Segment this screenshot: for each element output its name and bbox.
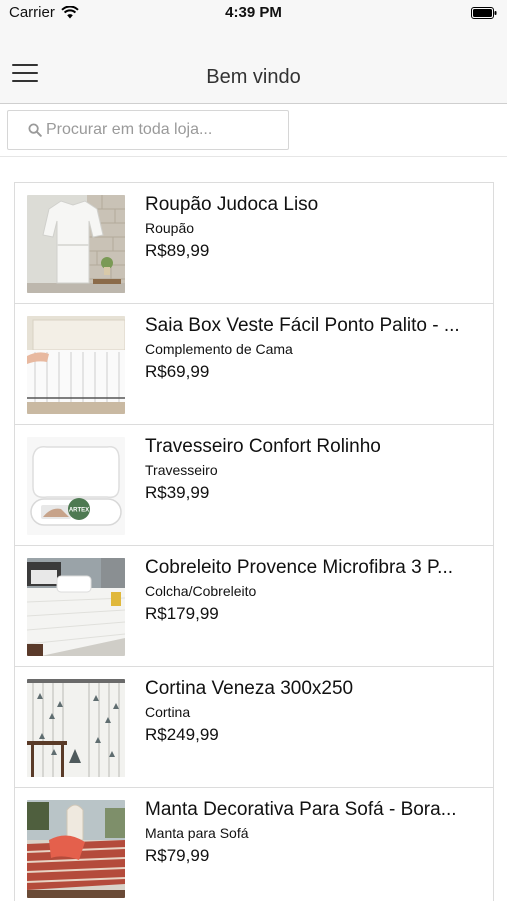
product-item[interactable]: Cobreleito Provence Microfibra 3 P... Co… xyxy=(15,546,493,667)
search-bar xyxy=(0,104,507,157)
product-image-curtain xyxy=(27,679,125,777)
product-image-bed-skirt xyxy=(27,316,125,414)
artex-badge-text: ARTEX xyxy=(69,508,89,514)
product-item[interactable]: Manta Decorativa Para Sofá - Bora... Man… xyxy=(15,788,493,901)
product-category: Cortina xyxy=(145,704,191,720)
product-name: Cortina Veneza 300x250 xyxy=(145,678,354,699)
product-item[interactable]: Saia Box Veste Fácil Ponto Palito - ... … xyxy=(15,304,493,425)
product-price: R$39,99 xyxy=(145,483,210,502)
product-image-bathrobe xyxy=(27,195,125,293)
product-image-pillow: ARTEX xyxy=(27,437,125,535)
product-name: Saia Box Veste Fácil Ponto Palito - ... xyxy=(145,315,460,336)
product-price: R$79,99 xyxy=(145,846,210,865)
product-price: R$249,99 xyxy=(145,725,219,744)
search-icon xyxy=(28,123,42,137)
product-category: Complemento de Cama xyxy=(145,341,293,357)
product-item[interactable]: ARTEX Travesseiro Confort Rolinho Traves… xyxy=(15,425,493,546)
product-category: Manta para Sofá xyxy=(145,825,249,841)
battery-icon xyxy=(471,7,497,19)
product-item[interactable]: Roupão Judoca Liso Roupão R$89,99 xyxy=(15,183,493,304)
navigation-bar: Bem vindo xyxy=(0,26,507,104)
product-list: Roupão Judoca Liso Roupão R$89,99 Saia B… xyxy=(14,182,494,901)
product-item[interactable]: Cortina Veneza 300x250 Cortina R$249,99 xyxy=(15,667,493,788)
product-category: Roupão xyxy=(145,220,195,236)
product-category: Travesseiro xyxy=(145,462,218,478)
clock: 4:39 PM xyxy=(225,4,282,21)
product-price: R$89,99 xyxy=(145,241,210,260)
search-input[interactable] xyxy=(46,121,286,139)
search-box[interactable] xyxy=(7,110,289,150)
product-image-throw-blanket xyxy=(27,800,125,898)
product-category: Colcha/Cobreleito xyxy=(145,583,257,599)
status-bar: Carrier 4:39 PM xyxy=(0,0,507,26)
product-name: Manta Decorativa Para Sofá - Bora... xyxy=(145,799,457,820)
product-name: Travesseiro Confort Rolinho xyxy=(145,436,381,457)
product-price: R$179,99 xyxy=(145,604,219,623)
product-name: Roupão Judoca Liso xyxy=(145,194,319,215)
product-image-bedspread xyxy=(27,558,125,656)
page-title: Bem vindo xyxy=(206,66,301,88)
product-price: R$69,99 xyxy=(145,362,210,381)
product-name: Cobreleito Provence Microfibra 3 P... xyxy=(145,557,454,578)
